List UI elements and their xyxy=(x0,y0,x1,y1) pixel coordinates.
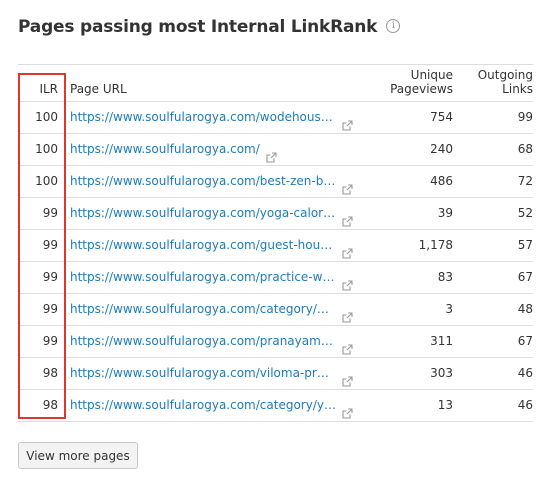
table-row: 100 https://www.soulfularogya.com/wodehou… xyxy=(18,102,533,134)
page-url-text[interactable]: https://www.soulfularogya.com/category/h… xyxy=(70,294,336,325)
table-row: 99 https://www.soulfularogya.com/practice… xyxy=(18,262,533,294)
page-url-link[interactable]: https://www.soulfularogya.com/practice-w… xyxy=(70,262,354,293)
external-link-icon[interactable] xyxy=(342,304,353,323)
external-link-icon[interactable] xyxy=(342,272,353,291)
external-link-icon[interactable] xyxy=(342,400,353,419)
unique-pageviews-value: 13 xyxy=(437,398,453,412)
table-row: 98 https://www.soulfularogya.com/category… xyxy=(18,390,533,422)
table-row: 98 https://www.soulfularogya.com/viloma-p… xyxy=(18,358,533,390)
page-url-link[interactable]: https://www.soulfularogya.com/viloma-pra… xyxy=(70,358,354,389)
unique-pageviews-value: 240 xyxy=(430,142,453,156)
info-icon[interactable]: i xyxy=(386,19,401,33)
header-pageviews-line1: Unique xyxy=(410,68,453,82)
external-link-icon[interactable] xyxy=(342,176,353,195)
page-url-link[interactable]: https://www.soulfularogya.com/yoga-calor… xyxy=(70,198,354,229)
ilr-value: 98 xyxy=(42,366,58,380)
table-row: 99 https://www.soulfularogya.com/guest-ho… xyxy=(18,230,533,262)
outgoing-links-value: 72 xyxy=(517,174,533,188)
page-url-text[interactable]: https://www.soulfularogya.com/ xyxy=(70,134,260,165)
table-row: 99 https://www.soulfularogya.com/category… xyxy=(18,294,533,326)
ilr-value: 99 xyxy=(42,238,58,252)
outgoing-links-value: 99 xyxy=(517,110,533,124)
page-url-text[interactable]: https://www.soulfularogya.com/category/y… xyxy=(70,390,336,421)
table-row: 99 https://www.soulfularogya.com/pranayam… xyxy=(18,326,533,358)
unique-pageviews-value: 311 xyxy=(430,334,453,348)
ilr-value: 100 xyxy=(35,110,58,124)
external-link-icon[interactable] xyxy=(342,368,353,387)
unique-pageviews-value: 39 xyxy=(437,206,453,220)
page-url-text[interactable]: https://www.soulfularogya.com/practice-w… xyxy=(70,262,336,293)
outgoing-links-value: 52 xyxy=(517,206,533,220)
outgoing-links-value: 68 xyxy=(517,142,533,156)
header-links-line1: Outgoing xyxy=(477,68,533,82)
table-row: 100 https://www.soulfularogya.com/240 68 xyxy=(18,134,533,166)
table-body: 100 https://www.soulfularogya.com/wodehou… xyxy=(18,102,533,422)
header-pageviews-line2: Pageviews xyxy=(390,82,453,96)
outgoing-links-value: 46 xyxy=(517,366,533,380)
header-unique-pageviews[interactable]: Unique Pageviews xyxy=(390,68,453,96)
page-url-link[interactable]: https://www.soulfularogya.com/category/y… xyxy=(70,390,354,421)
page-url-text[interactable]: https://www.soulfularogya.com/yoga-calor… xyxy=(70,198,336,229)
external-link-icon[interactable] xyxy=(342,208,353,227)
page-url-link[interactable]: https://www.soulfularogya.com/ xyxy=(70,134,354,165)
table-row: 99 https://www.soulfularogya.com/yoga-cal… xyxy=(18,198,533,230)
external-link-icon[interactable] xyxy=(342,336,353,355)
unique-pageviews-value: 3 xyxy=(445,302,453,316)
outgoing-links-value: 46 xyxy=(517,398,533,412)
ilr-value: 100 xyxy=(35,174,58,188)
ilr-value: 99 xyxy=(42,302,58,316)
outgoing-links-value: 67 xyxy=(517,334,533,348)
unique-pageviews-value: 1,178 xyxy=(418,238,453,252)
ilr-value: 100 xyxy=(35,142,58,156)
external-link-icon[interactable] xyxy=(342,112,353,131)
outgoing-links-value: 67 xyxy=(517,270,533,284)
page-url-link[interactable]: https://www.soulfularogya.com/wodehouse-… xyxy=(70,102,354,133)
ilr-value: 99 xyxy=(42,334,58,348)
unique-pageviews-value: 303 xyxy=(430,366,453,380)
pages-table: ILR Page URL Unique Pageviews Outgoing L… xyxy=(18,64,533,422)
page-url-text[interactable]: https://www.soulfularogya.com/best-zen-b… xyxy=(70,166,336,197)
page-url-text[interactable]: https://www.soulfularogya.com/viloma-pra… xyxy=(70,358,336,389)
page-url-link[interactable]: https://www.soulfularogya.com/category/h… xyxy=(70,294,354,325)
widget-title-text: Pages passing most Internal LinkRank xyxy=(18,17,378,37)
widget-title: Pages passing most Internal LinkRank i xyxy=(18,17,401,37)
unique-pageviews-value: 486 xyxy=(430,174,453,188)
table-row: 100 https://www.soulfularogya.com/best-ze… xyxy=(18,166,533,198)
page-url-text[interactable]: https://www.soulfularogya.com/wodehouse-… xyxy=(70,102,336,133)
page-url-text[interactable]: https://www.soulfularogya.com/guest-hous… xyxy=(70,230,336,261)
unique-pageviews-value: 754 xyxy=(430,110,453,124)
outgoing-links-value: 57 xyxy=(517,238,533,252)
page-url-link[interactable]: https://www.soulfularogya.com/pranayama-… xyxy=(70,326,354,357)
page-url-text[interactable]: https://www.soulfularogya.com/pranayama-… xyxy=(70,326,336,357)
page-url-link[interactable]: https://www.soulfularogya.com/guest-hous… xyxy=(70,230,354,261)
table-header: ILR Page URL Unique Pageviews Outgoing L… xyxy=(18,65,533,102)
page-url-link[interactable]: https://www.soulfularogya.com/best-zen-b… xyxy=(70,166,354,197)
unique-pageviews-value: 83 xyxy=(437,270,453,284)
header-page-url[interactable]: Page URL xyxy=(70,82,127,96)
external-link-icon[interactable] xyxy=(266,144,277,163)
outgoing-links-value: 48 xyxy=(517,302,533,316)
external-link-icon[interactable] xyxy=(342,240,353,259)
ilr-value: 99 xyxy=(42,206,58,220)
header-ilr[interactable]: ILR xyxy=(18,82,58,96)
ilr-value: 99 xyxy=(42,270,58,284)
header-outgoing-links[interactable]: Outgoing Links xyxy=(478,68,533,96)
ilr-value: 98 xyxy=(42,398,58,412)
header-links-line2: Links xyxy=(502,82,533,96)
view-more-pages-button[interactable]: View more pages xyxy=(18,442,138,469)
